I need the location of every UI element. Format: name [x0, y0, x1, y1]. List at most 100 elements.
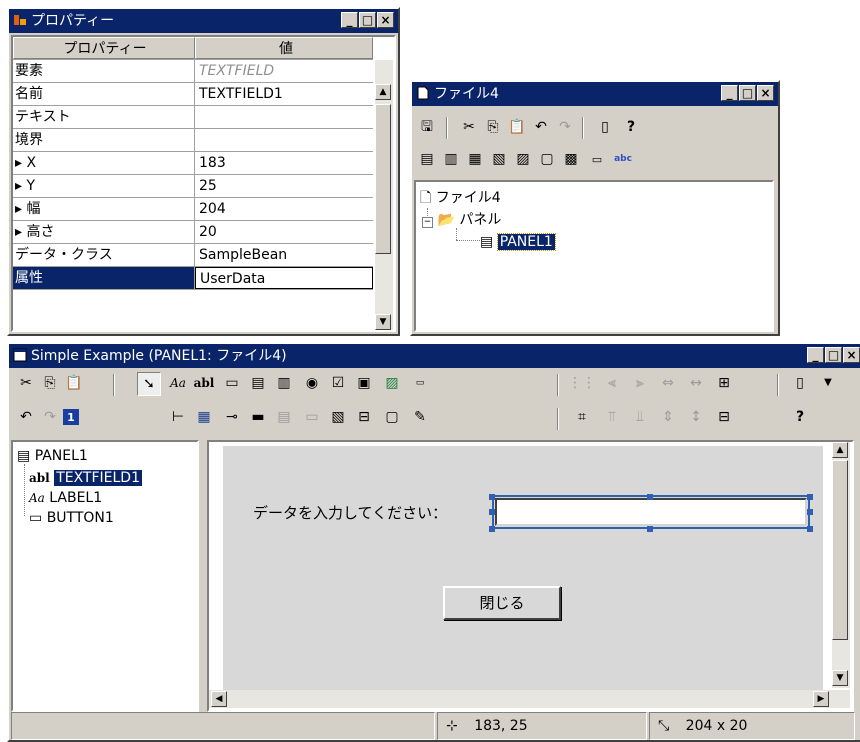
formatted-tool-icon[interactable]: ▭: [409, 372, 431, 394]
selection-handle[interactable]: [489, 509, 495, 515]
cut-icon[interactable]: ✂: [15, 372, 37, 394]
close-button[interactable]: ×: [843, 347, 860, 363]
selection-handle[interactable]: [489, 494, 495, 500]
design-panel[interactable]: データを入力してください： 閉じる: [223, 446, 823, 694]
new-image-icon[interactable]: ▭: [586, 148, 608, 170]
new-deck-icon[interactable]: ▥: [440, 148, 462, 170]
minimize-button[interactable]: _: [341, 12, 358, 28]
maximize-button[interactable]: □: [359, 12, 376, 28]
property-row[interactable]: 要素 TEXTFIELD: [13, 60, 373, 83]
property-row-selected[interactable]: 属性 UserData: [13, 267, 373, 290]
property-value-editor[interactable]: UserData: [195, 267, 373, 289]
html-tool-icon[interactable]: ✎: [409, 406, 431, 428]
menu-tool-icon[interactable]: ▧: [327, 406, 349, 428]
file-titlebar[interactable]: ファイル4 _ □ ×: [412, 82, 778, 106]
grid-icon[interactable]: ⋮⋮: [568, 372, 596, 394]
scroll-thumb[interactable]: [375, 104, 391, 254]
maximize-button[interactable]: □: [739, 85, 756, 101]
tree-panel[interactable]: ▤ PANEL1: [480, 232, 556, 252]
checkbox-tool-icon[interactable]: ☑: [327, 372, 349, 394]
close-button-component[interactable]: 閉じる: [443, 586, 561, 620]
pointer-icon[interactable]: ➘: [137, 372, 161, 396]
property-value[interactable]: 20: [195, 221, 373, 243]
tree-folder[interactable]: − 📂 パネル: [422, 210, 501, 230]
property-value[interactable]: SampleBean: [195, 244, 373, 266]
new-panel-icon[interactable]: ▤: [416, 148, 438, 170]
align-left-icon[interactable]: ⫷: [601, 372, 623, 394]
scroll-left-button[interactable]: ◀: [211, 691, 227, 707]
scroll-right-button[interactable]: ▶: [813, 691, 829, 707]
copy-icon[interactable]: ⎘: [39, 372, 61, 394]
crop-icon[interactable]: ⌗: [571, 406, 593, 428]
table-tool-icon[interactable]: ▦: [193, 406, 215, 428]
properties-titlebar[interactable]: プロパティー _ □ ×: [9, 9, 398, 33]
property-value[interactable]: TEXTFIELD1: [195, 83, 373, 105]
property-value[interactable]: 25: [195, 175, 373, 197]
save-icon[interactable]: 🖫: [416, 116, 438, 138]
radio-tool-icon[interactable]: ◉: [301, 372, 323, 394]
progress-tool-icon[interactable]: ▬: [247, 406, 269, 428]
minimize-button[interactable]: _: [721, 85, 738, 101]
cut-icon[interactable]: ✂: [458, 116, 480, 138]
tab-tool-icon[interactable]: ▢: [381, 406, 403, 428]
same-height-icon[interactable]: ⇕: [657, 406, 679, 428]
paste-icon[interactable]: 📋: [63, 372, 85, 394]
new-menu-icon[interactable]: ▧: [488, 148, 510, 170]
button-tool-icon[interactable]: ▭: [221, 372, 243, 394]
tree-root[interactable]: 🗋 ファイル4: [420, 188, 501, 208]
split-tool-icon[interactable]: ⊟: [353, 406, 375, 428]
property-row[interactable]: テキスト: [13, 106, 373, 129]
space-vertical-icon[interactable]: ↕: [685, 406, 707, 428]
new-tab-icon[interactable]: ▦: [464, 148, 486, 170]
property-value[interactable]: [195, 106, 373, 128]
undo-icon[interactable]: ↶: [530, 116, 552, 138]
minimize-button[interactable]: _: [807, 347, 824, 363]
scroll-tool-icon[interactable]: ▭: [301, 406, 323, 428]
align-top-icon[interactable]: ⫪: [601, 406, 623, 428]
new-help-icon[interactable]: ▩: [560, 148, 582, 170]
property-row[interactable]: ▸ Y 25: [13, 175, 373, 198]
property-row[interactable]: ▸ X 183: [13, 152, 373, 175]
scroll-down-button[interactable]: ▼: [375, 314, 391, 330]
main-titlebar[interactable]: Simple Example (PANEL1: ファイル4) _ □ ×: [9, 344, 860, 368]
new-window-icon[interactable]: ▢: [536, 148, 558, 170]
dropdown-arrow-icon[interactable]: ▼: [817, 372, 839, 394]
selection-handle[interactable]: [489, 526, 495, 532]
close-button[interactable]: ×: [757, 85, 774, 101]
space-horizontal-icon[interactable]: ↔: [685, 372, 707, 394]
align-bottom-icon[interactable]: ⫫: [629, 406, 651, 428]
tree-item-label1[interactable]: Aa LABEL1: [29, 488, 102, 508]
center-vertical-icon[interactable]: ⊟: [713, 406, 735, 428]
list-tool-icon[interactable]: ▤: [247, 372, 269, 394]
scroll-thumb[interactable]: [832, 460, 848, 640]
property-row[interactable]: ▸ 高さ 20: [13, 221, 373, 244]
redo-icon[interactable]: ↷: [554, 116, 576, 138]
property-row[interactable]: 境界: [13, 129, 373, 152]
label-tool-icon[interactable]: Aa: [167, 372, 189, 394]
property-header-value[interactable]: 値: [195, 37, 373, 59]
selection-handle[interactable]: [807, 526, 813, 532]
panel-textfield[interactable]: [492, 495, 810, 529]
scroll-up-button[interactable]: ▲: [375, 84, 391, 100]
property-row[interactable]: 名前 TEXTFIELD1: [13, 83, 373, 106]
scroll-down-button[interactable]: ▼: [832, 670, 848, 686]
tree-item-textfield[interactable]: abl TEXTFIELD1: [29, 468, 142, 488]
combo-tool-icon[interactable]: ▥: [273, 372, 295, 394]
paste-icon[interactable]: 📋: [506, 116, 528, 138]
selection-handle[interactable]: [807, 494, 813, 500]
new-string-icon[interactable]: abc: [612, 148, 634, 170]
same-width-icon[interactable]: ⇔: [657, 372, 679, 394]
undo-icon[interactable]: ↶: [15, 406, 37, 428]
close-button[interactable]: ×: [377, 12, 394, 28]
tab-order-icon[interactable]: 1: [63, 409, 79, 425]
center-horizontal-icon[interactable]: ⊞: [713, 372, 735, 394]
property-value[interactable]: 204: [195, 198, 373, 220]
property-value[interactable]: [195, 129, 373, 151]
textfield-tool-icon[interactable]: abl: [193, 372, 215, 394]
tree-root[interactable]: ▤ PANEL1: [17, 446, 88, 466]
property-scrollbar[interactable]: ▲ ▼: [375, 60, 393, 330]
bean-icon[interactable]: ▯: [594, 116, 616, 138]
property-row[interactable]: ▸ 幅 204: [13, 198, 373, 221]
copy-icon[interactable]: ⎘: [482, 116, 504, 138]
design-vscrollbar[interactable]: ▲ ▼: [832, 442, 850, 688]
